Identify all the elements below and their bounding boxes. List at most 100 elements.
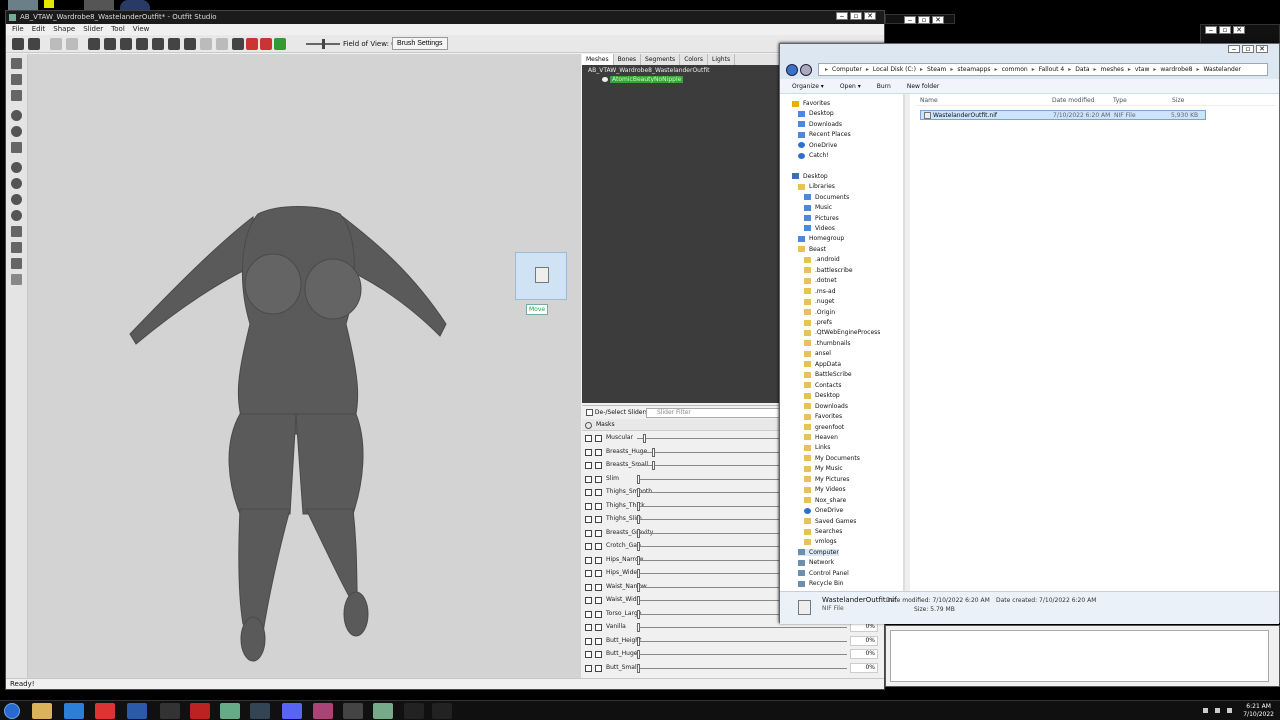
anchor-icon[interactable]: [11, 126, 22, 137]
slider-knob[interactable]: [637, 542, 640, 551]
edit-slider-icon[interactable]: [585, 610, 592, 618]
breadcrumb-item[interactable]: common: [1002, 64, 1028, 75]
nav-user-item[interactable]: Saved Games: [804, 518, 856, 525]
filezilla-icon[interactable]: [343, 703, 363, 719]
edit-slider-icon[interactable]: [585, 624, 592, 631]
forward-button[interactable]: [800, 64, 812, 76]
start-button[interactable]: [4, 703, 20, 719]
discord-icon[interactable]: [282, 703, 302, 719]
tab-bones[interactable]: Bones: [614, 54, 642, 65]
breadcrumb-separator-icon[interactable]: ▸: [1032, 64, 1035, 75]
breadcrumb-item[interactable]: Data: [1075, 64, 1089, 75]
tree-root-item[interactable]: AB_VTAW_Wardrobe8_WastelanderOutfit: [588, 67, 709, 74]
slider-value[interactable]: 0%: [850, 635, 878, 646]
nav-user-item[interactable]: .android: [804, 256, 840, 263]
background-window[interactable]: ‒ ▫ ✕: [885, 14, 955, 24]
nav-user-item[interactable]: .battlescribe: [804, 267, 853, 274]
file-row[interactable]: WastelanderOutfit.nif 7/10/2022 6:20 AM …: [920, 110, 1206, 120]
slider-knob[interactable]: [637, 650, 640, 659]
steam-icon[interactable]: [250, 703, 270, 719]
mask-brush-icon[interactable]: [104, 38, 116, 50]
organize-button[interactable]: Organize ▾: [792, 79, 824, 93]
nav-favorite-item[interactable]: Recent Places: [798, 131, 851, 138]
ie-icon[interactable]: [64, 703, 84, 719]
edit-slider-icon[interactable]: [585, 502, 592, 510]
breadcrumb-separator-icon[interactable]: ▸: [825, 64, 828, 75]
edit-icon[interactable]: [11, 226, 22, 237]
slider-checkbox[interactable]: [595, 624, 602, 631]
edit-slider-icon[interactable]: [585, 462, 592, 469]
nav-system-item[interactable]: Computer: [798, 548, 839, 556]
edit-slider-icon[interactable]: [585, 543, 592, 550]
col-name[interactable]: Name: [920, 97, 938, 104]
breadcrumb-item[interactable]: meshes: [1101, 64, 1124, 75]
minimize-button[interactable]: ‒: [836, 12, 848, 20]
slider-knob[interactable]: [637, 515, 640, 524]
breadcrumb-item[interactable]: Wastelander: [1203, 64, 1241, 75]
desktop-icon[interactable]: [120, 0, 150, 10]
nav-user-item[interactable]: AppData: [804, 361, 841, 368]
edit-slider-icon[interactable]: [585, 664, 592, 672]
edit-slider-icon[interactable]: [585, 435, 592, 442]
minimize-button[interactable]: ‒: [1228, 45, 1240, 53]
nav-libraries[interactable]: Libraries: [798, 183, 835, 190]
slider-filter-input[interactable]: Slider Filter: [646, 408, 786, 418]
nav-system-item[interactable]: Control Panel: [798, 570, 849, 577]
menu-shape[interactable]: Shape: [53, 24, 75, 35]
slider-value[interactable]: 0%: [850, 649, 878, 659]
nav-user-item[interactable]: greenfoot: [804, 424, 844, 431]
nav-favorite-item[interactable]: OneDrive: [798, 142, 837, 149]
slider-track[interactable]: [637, 627, 847, 628]
redo-icon[interactable]: [66, 38, 78, 50]
nav-favorite-item[interactable]: Catch!: [798, 152, 829, 159]
slider-checkbox[interactable]: [595, 543, 602, 550]
nav-user-item[interactable]: .prefs: [804, 319, 832, 326]
nav-user-item[interactable]: Nox_share: [804, 497, 846, 504]
background-window[interactable]: ‒ ▫ ✕: [1200, 24, 1280, 44]
slider-checkbox[interactable]: [595, 529, 602, 537]
deselect-sliders[interactable]: De-/Select Sliders: [586, 409, 648, 416]
edit-slider-icon[interactable]: [585, 475, 592, 483]
nav-homegroup[interactable]: Homegroup: [798, 235, 844, 242]
nav-desktop[interactable]: Desktop: [792, 173, 828, 180]
edit-slider-icon[interactable]: [585, 529, 592, 537]
slider-knob[interactable]: [637, 488, 640, 497]
nav-library-item[interactable]: Pictures: [804, 215, 839, 222]
mirror-icon[interactable]: [11, 242, 22, 253]
slider-knob[interactable]: [637, 582, 640, 592]
edit-slider-icon[interactable]: [585, 556, 592, 564]
edit-slider-icon[interactable]: [585, 597, 592, 604]
app-icon[interactable]: [313, 703, 333, 719]
breadcrumb-separator-icon[interactable]: ▸: [1128, 64, 1131, 75]
nav-system-item[interactable]: Network: [798, 559, 834, 566]
nav-user-item[interactable]: My Music: [804, 465, 843, 472]
edit-slider-icon[interactable]: [585, 637, 592, 645]
fov-slider-knob[interactable]: [322, 39, 325, 49]
col-date[interactable]: Date modified: [1052, 97, 1095, 104]
nav-user-item[interactable]: My Pictures: [804, 476, 849, 483]
breadcrumb-item[interactable]: Steam: [927, 64, 946, 75]
col-size[interactable]: Size: [1172, 97, 1184, 104]
nav-user-item[interactable]: OneDrive: [804, 507, 843, 514]
nav-user-item[interactable]: .QtWebEngineProcess: [804, 329, 880, 336]
clock[interactable]: 6:21 AM 7/10/2022: [1243, 703, 1274, 719]
slider-checkbox[interactable]: [595, 637, 602, 645]
texture-icon[interactable]: [11, 194, 22, 205]
maximize-button[interactable]: ▫: [1242, 45, 1254, 53]
undo-icon[interactable]: [50, 38, 62, 50]
breadcrumb-item[interactable]: Computer: [832, 64, 862, 75]
menu-tool[interactable]: Tool: [111, 24, 125, 35]
nav-library-item[interactable]: Documents: [804, 194, 849, 201]
slider-knob[interactable]: [637, 555, 640, 565]
nav-user-item[interactable]: BattleScribe: [804, 371, 852, 378]
breadcrumb-separator-icon[interactable]: ▸: [1068, 64, 1071, 75]
app-icon[interactable]: [190, 703, 210, 719]
breadcrumb-separator-icon[interactable]: ▸: [866, 64, 869, 75]
collapse-icon[interactable]: [232, 38, 244, 50]
nav-favorite-item[interactable]: Downloads: [798, 121, 842, 128]
slider-checkbox[interactable]: [595, 516, 602, 523]
background-window[interactable]: [885, 625, 1280, 687]
nav-scrollbar[interactable]: [904, 94, 910, 591]
nav-user-item[interactable]: Desktop: [804, 392, 840, 399]
inflate-icon[interactable]: [120, 38, 132, 50]
